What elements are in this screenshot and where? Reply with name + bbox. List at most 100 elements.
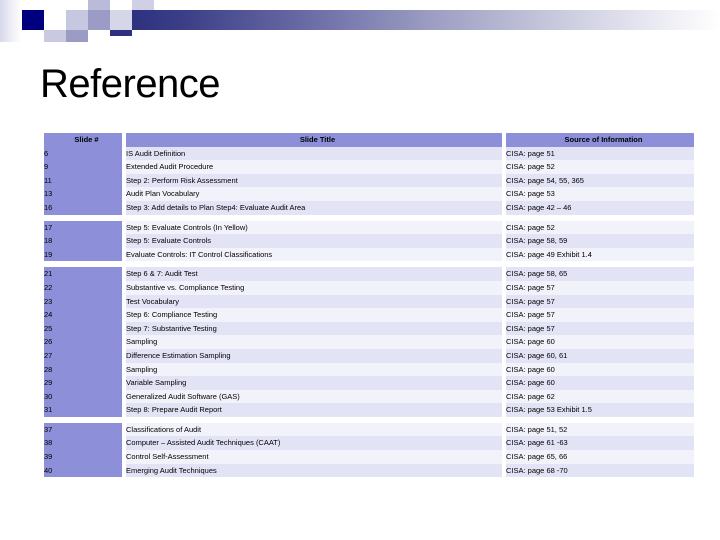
cell-slide-number: 19	[44, 247, 122, 262]
table-row: 18 Step 5: Evaluate Controls CISA: page 58…	[44, 234, 694, 248]
cell-source: CISA: page 49 Exhibit 1.4	[506, 247, 694, 262]
cell-slide-title: Sampling	[126, 335, 502, 349]
table-body: 6 IS Audit Definition CISA: page 51 9 Extend…	[44, 146, 694, 478]
cell-slide-title: Step 2: Perform Risk Assessment	[126, 173, 502, 188]
cell-slide-title: Sampling	[126, 362, 502, 377]
cell-source: CISA: page 60, 61	[506, 348, 694, 363]
table-row: 38 Computer – Assisted Audit Techniques (…	[44, 436, 694, 451]
table-row: 11 Step 2: Perform Risk Assessment CISA: p…	[44, 173, 694, 188]
cell-slide-number: 16	[44, 200, 122, 215]
cell-source: CISA: page 65, 66	[506, 450, 694, 464]
table-row: 24 Step 6: Compliance Testing CISA: page 5…	[44, 308, 694, 322]
reference-table: Slide # Slide Title Source of Informatio…	[44, 133, 694, 478]
cell-source: CISA: page 57	[506, 280, 694, 295]
slide-decoration	[0, 0, 720, 46]
cell-slide-number: 38	[44, 436, 122, 451]
page-title: Reference	[40, 62, 221, 106]
cell-slide-title: IS Audit Definition	[126, 146, 502, 161]
cell-slide-title: Step 6 & 7: Audit Test	[126, 267, 502, 281]
cell-source: CISA: page 60	[506, 376, 694, 390]
cell-source: CISA: page 52	[506, 160, 694, 174]
table-row: 22 Substantive vs. Compliance Testing CISA…	[44, 280, 694, 295]
table-row: 27 Difference Estimation Sampling CISA: pa…	[44, 348, 694, 363]
cell-source: CISA: page 62	[506, 389, 694, 404]
table-row: 29 Variable Sampling CISA: page 60	[44, 376, 694, 390]
cell-slide-title: Evaluate Controls: IT Control Classifica…	[126, 247, 502, 262]
cell-slide-title: Difference Estimation Sampling	[126, 348, 502, 363]
table-header-row: Slide # Slide Title Source of Informatio…	[44, 133, 694, 147]
cell-source: CISA: page 42 – 46	[506, 200, 694, 215]
cell-slide-title: Step 5: Evaluate Controls	[126, 234, 502, 248]
cell-source: CISA: page 57	[506, 321, 694, 336]
cell-source: CISA: page 57	[506, 308, 694, 322]
decoration-square-10	[110, 30, 132, 36]
cell-slide-number: 24	[44, 308, 122, 322]
cell-slide-number: 18	[44, 234, 122, 248]
cell-slide-title: Computer – Assisted Audit Techniques (CA…	[126, 436, 502, 451]
decoration-square-2	[22, 10, 44, 30]
cell-slide-number: 25	[44, 321, 122, 336]
cell-source: CISA: page 52	[506, 220, 694, 235]
decoration-square-5	[88, 0, 110, 10]
cell-slide-number: 23	[44, 294, 122, 309]
column-header-source: Source of Information	[506, 133, 694, 147]
cell-slide-title: Step 6: Compliance Testing	[126, 308, 502, 322]
decoration-square-4	[66, 10, 88, 30]
cell-source: CISA: page 51, 52	[506, 422, 694, 437]
cell-source: CISA: page 60	[506, 335, 694, 349]
reference-table-wrapper: Slide # Slide Title Source of Informatio…	[44, 133, 694, 478]
column-header-slide-number: Slide #	[44, 133, 122, 147]
decoration-square-3	[44, 0, 66, 10]
table-row: 23 Test Vocabulary CISA: page 57	[44, 294, 694, 309]
cell-slide-number: 29	[44, 376, 122, 390]
decoration-square-6	[88, 10, 110, 30]
cell-source: CISA: page 58, 59	[506, 234, 694, 248]
cell-slide-number: 13	[44, 187, 122, 201]
decoration-gradient-bar	[132, 10, 720, 30]
cell-slide-title: Classifications of Audit	[126, 422, 502, 437]
cell-slide-title: Test Vocabulary	[126, 294, 502, 309]
cell-slide-number: 17	[44, 220, 122, 235]
cell-source: CISA: page 57	[506, 294, 694, 309]
table-row: 21 Step 6 & 7: Audit Test CISA: page 58, 6…	[44, 267, 694, 281]
table-row: 6 IS Audit Definition CISA: page 51	[44, 146, 694, 161]
cell-source: CISA: page 60	[506, 362, 694, 377]
cell-slide-number: 27	[44, 348, 122, 363]
cell-source: CISA: page 54, 55, 365	[506, 173, 694, 188]
table-row: 40 Emerging Audit Techniques CISA: page 68…	[44, 463, 694, 478]
table-row: 28 Sampling CISA: page 60	[44, 362, 694, 377]
cell-slide-number: 40	[44, 463, 122, 478]
cell-slide-number: 21	[44, 267, 122, 281]
column-header-slide-title: Slide Title	[126, 133, 502, 147]
table-row: 30 Generalized Audit Software (GAS) CISA: …	[44, 389, 694, 404]
table-row: 39 Control Self-Assessment CISA: page 65, …	[44, 450, 694, 464]
cell-slide-number: 26	[44, 335, 122, 349]
table-row: 19 Evaluate Controls: IT Control Classifi…	[44, 247, 694, 262]
cell-slide-title: Step 5: Evaluate Controls (In Yellow)	[126, 220, 502, 235]
cell-slide-number: 28	[44, 362, 122, 377]
cell-slide-number: 39	[44, 450, 122, 464]
table-row: 13 Audit Plan Vocabulary CISA: page 53	[44, 187, 694, 201]
decoration-square-7	[110, 10, 132, 30]
decoration-square-11	[132, 0, 154, 10]
cell-slide-title: Step 3: Add details to Plan Step4: Evalu…	[126, 200, 502, 215]
slide-canvas: Reference Slide # Slide Title Source of …	[0, 0, 720, 540]
table-row: 31 Step 8: Prepare Audit Report CISA: page…	[44, 403, 694, 417]
cell-slide-title: Variable Sampling	[126, 376, 502, 390]
cell-source: CISA: page 58, 65	[506, 267, 694, 281]
table-row: 25 Step 7: Substantive Testing CISA: page …	[44, 321, 694, 336]
decoration-square-9	[66, 30, 88, 42]
cell-slide-number: 6	[44, 146, 122, 161]
cell-source: CISA: page 61 -63	[506, 436, 694, 451]
cell-slide-title: Emerging Audit Techniques	[126, 463, 502, 478]
cell-slide-number: 9	[44, 160, 122, 174]
table-row: 37 Classifications of Audit CISA: page 51,…	[44, 422, 694, 437]
decoration-square-1	[0, 0, 22, 42]
cell-slide-number: 31	[44, 403, 122, 417]
cell-slide-title: Control Self-Assessment	[126, 450, 502, 464]
cell-source: CISA: page 53	[506, 187, 694, 201]
cell-source: CISA: page 68 -70	[506, 463, 694, 478]
table-row: 16 Step 3: Add details to Plan Step4: Eva…	[44, 200, 694, 215]
decoration-square-8	[44, 30, 66, 42]
cell-slide-number: 11	[44, 173, 122, 188]
